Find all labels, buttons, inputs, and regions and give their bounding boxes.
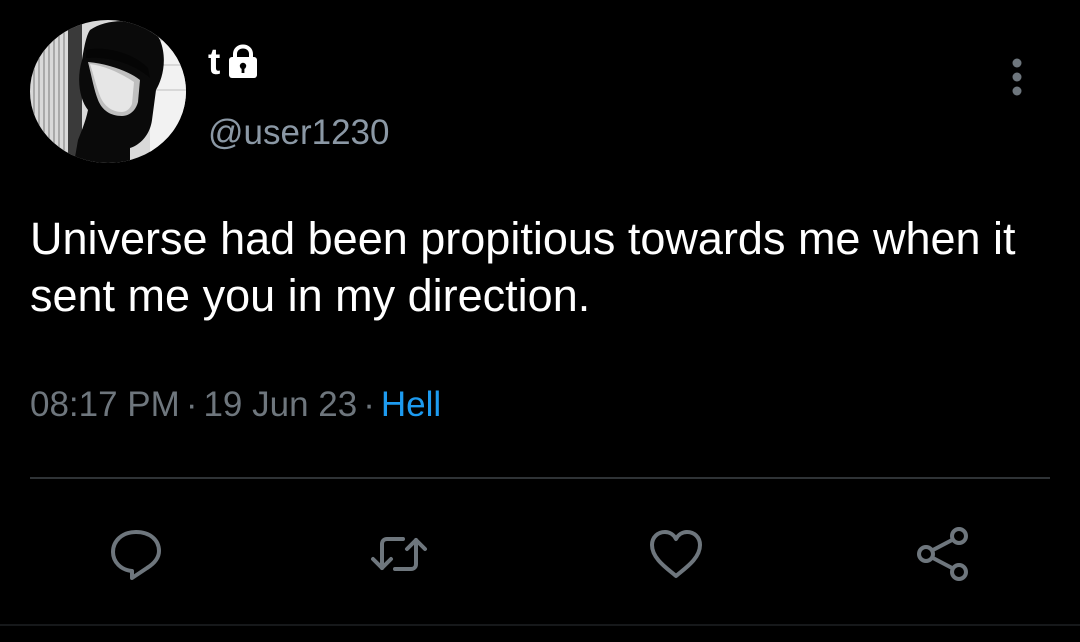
bottom-divider: [0, 624, 1080, 626]
display-name[interactable]: t: [208, 40, 220, 84]
retweet-icon: [371, 537, 427, 571]
avatar-image: [30, 20, 186, 163]
meta-separator: ·: [363, 385, 375, 424]
tweet-metadata: 08:17 PM · 19 Jun 23 · Hell: [30, 383, 441, 427]
heart-icon: [650, 530, 702, 578]
reply-button[interactable]: [106, 524, 166, 584]
share-button[interactable]: [913, 524, 973, 584]
author-handle[interactable]: @user1230: [208, 112, 389, 154]
tweet-text: Universe had been propitious towards me …: [30, 213, 1016, 321]
more-vertical-icon[interactable]: [1000, 55, 1034, 99]
share-icon: [917, 527, 968, 581]
avatar[interactable]: [30, 20, 186, 163]
tweet-source-link[interactable]: Hell: [381, 385, 441, 424]
tweet-time[interactable]: 08:17 PM: [30, 385, 180, 424]
meta-separator: ·: [185, 385, 198, 424]
tweet-detail: t @user1230 Universe had been propitious…: [0, 0, 1080, 642]
tweet-date[interactable]: 19 Jun 23: [203, 385, 357, 424]
like-button[interactable]: [646, 524, 706, 584]
reply-icon: [111, 530, 161, 580]
author-name-row: t: [208, 40, 262, 84]
divider: [30, 477, 1050, 479]
lock-icon: [224, 43, 262, 81]
retweet-button[interactable]: [369, 524, 429, 584]
